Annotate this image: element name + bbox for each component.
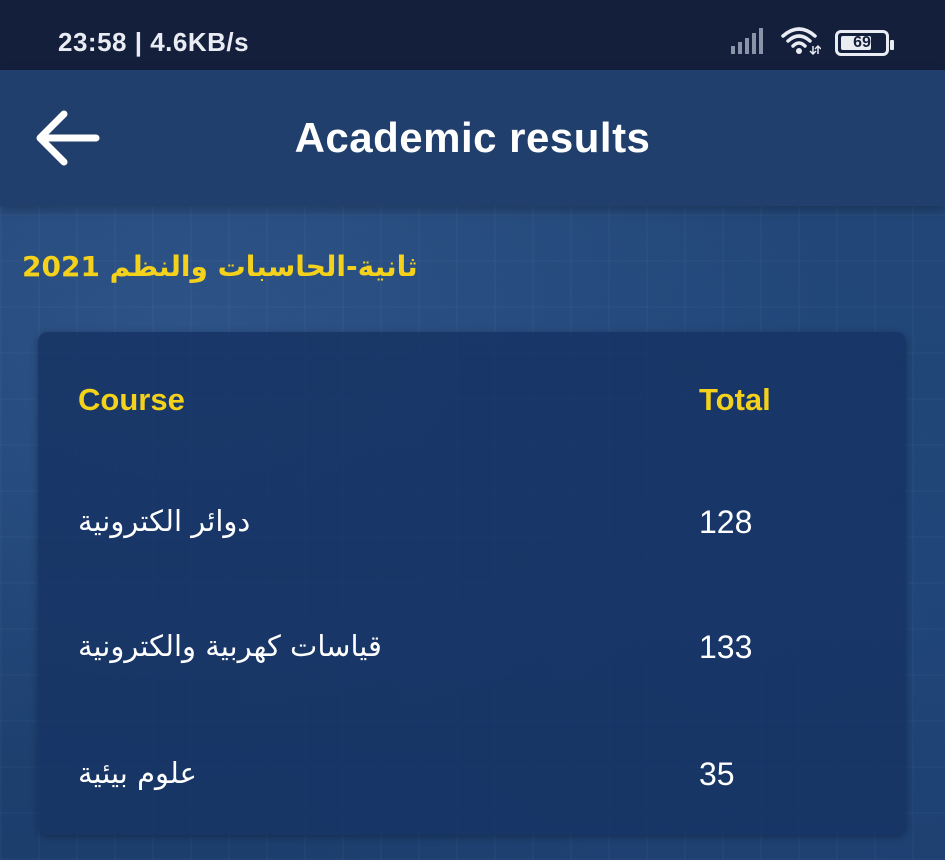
course-column-header: Course (78, 382, 185, 417)
table-row: دوائر الكترونية 128 (38, 504, 906, 564)
status-bar: 23:58 | 4.6KB/s 69 (0, 0, 945, 70)
course-total: 133 (699, 629, 753, 665)
course-total: 35 (699, 756, 735, 792)
screen: 23:58 | 4.6KB/s 69 Academic results ثاني… (0, 0, 945, 860)
status-time: 23:58 | 4.6KB/s (58, 27, 250, 57)
total-column-header: Total (699, 382, 771, 417)
battery-level: 69 (853, 34, 871, 51)
status-icons: 69 (731, 26, 894, 61)
battery-tip (890, 40, 894, 50)
course-name: علوم بيئية (78, 756, 197, 790)
results-card: Course Total دوائر الكترونية 128 قياسات … (38, 332, 906, 835)
table-row: قياسات كهربية والكترونية 133 (38, 629, 906, 689)
table-row: علوم بيئية 35 (38, 756, 906, 816)
course-name: دوائر الكترونية (78, 504, 251, 538)
page-title: Academic results (294, 114, 651, 161)
battery-icon: 69 (835, 30, 894, 56)
course-total: 128 (699, 504, 753, 540)
department-year-label: ثانية-الحاسبات والنظم 2021 (22, 250, 418, 283)
app-bar: Academic results (0, 70, 945, 206)
course-name: قياسات كهربية والكترونية (78, 629, 382, 663)
wifi-icon (781, 26, 822, 61)
signal-icon (731, 27, 767, 59)
